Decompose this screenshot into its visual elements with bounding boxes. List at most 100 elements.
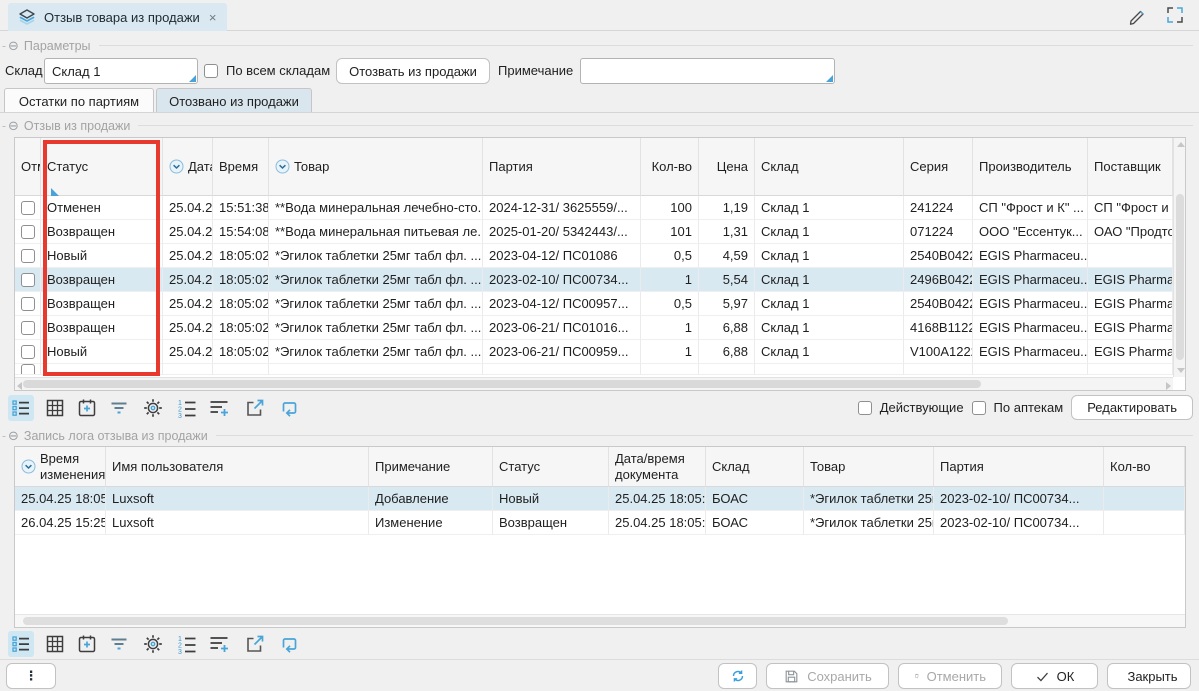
open-external-icon[interactable] xyxy=(242,395,268,421)
collapse-icon[interactable]: ⊖ xyxy=(8,119,19,132)
log-row-selected[interactable]: 25.04.25 18:05:03 Luxsoft Добавление Нов… xyxy=(15,487,1185,511)
horizontal-scrollbar[interactable] xyxy=(15,377,1173,390)
recall-group-label: Отзыв из продажи xyxy=(24,119,130,133)
log-horizontal-scrollbar[interactable] xyxy=(15,614,1185,627)
view-list-icon[interactable] xyxy=(8,631,34,657)
row-checkbox[interactable] xyxy=(21,249,35,263)
column-header-supplier[interactable]: Поставщик xyxy=(1088,138,1173,196)
note-input[interactable] xyxy=(581,59,834,83)
cell-warehouse: Склад 1 xyxy=(755,340,904,364)
tab-ostatki-po-partiyam[interactable]: Остатки по партиям xyxy=(4,88,154,113)
tab-otozvano-iz-prodazhi[interactable]: Отозвано из продажи xyxy=(156,88,312,113)
grid-view-icon[interactable] xyxy=(42,631,68,657)
scroll-right-icon[interactable] xyxy=(1166,382,1171,390)
numbered-list-icon[interactable]: 123 xyxy=(174,395,200,421)
log-column-warehouse[interactable]: Склад xyxy=(706,447,804,487)
active-only-checkbox[interactable] xyxy=(858,401,872,415)
table-row[interactable]: Возвращен 25.04.25 15:54:08 **Вода минер… xyxy=(15,220,1173,244)
column-header-otm[interactable]: Отм. xyxy=(15,138,41,196)
row-checkbox[interactable] xyxy=(21,345,35,359)
table-row[interactable]: Возвращен 25.04.25 18:05:02 *Эгилок табл… xyxy=(15,316,1173,340)
refresh-button[interactable] xyxy=(718,663,757,689)
vertical-scrollbar[interactable] xyxy=(1173,138,1185,377)
log-row[interactable]: 26.04.25 15:25:55 Luxsoft Изменение Возв… xyxy=(15,511,1185,535)
table-row[interactable]: Возвращен 25.04.25 18:05:02 *Эгилок табл… xyxy=(15,292,1173,316)
table-row[interactable]: Новый 25.04.25 18:05:02 *Эгилок таблетки… xyxy=(15,244,1173,268)
column-header-warehouse[interactable]: Склад xyxy=(755,138,904,196)
sort-icon[interactable] xyxy=(169,159,184,174)
sort-icon[interactable] xyxy=(275,159,290,174)
scrollbar-thumb[interactable] xyxy=(23,617,1008,625)
log-column-status[interactable]: Статус xyxy=(493,447,609,487)
recall-from-sale-button[interactable]: Отозвать из продажи xyxy=(336,58,490,84)
scrollbar-thumb[interactable] xyxy=(23,380,981,388)
vertical-dots-icon: ⋮ xyxy=(25,668,38,684)
save-button[interactable]: Сохранить xyxy=(766,663,889,689)
repeat-refresh-icon[interactable] xyxy=(276,395,302,421)
calendar-add-icon[interactable] xyxy=(74,631,100,657)
collapse-icon[interactable]: ⊖ xyxy=(8,429,19,442)
column-header-product[interactable]: Товар xyxy=(269,138,483,196)
app-window: Отзыв товара из продажи × - ⊖ xyxy=(0,0,1199,691)
cell-batch: 2023-02-10/ ПС00734... xyxy=(483,268,641,292)
column-header-batch[interactable]: Партия xyxy=(483,138,641,196)
close-button[interactable]: Закрыть xyxy=(1107,663,1191,689)
column-header-manufacturer[interactable]: Производитель xyxy=(973,138,1088,196)
filter-icon[interactable] xyxy=(106,395,132,421)
scroll-up-icon[interactable] xyxy=(1177,142,1185,147)
settings-gear-icon[interactable] xyxy=(140,395,166,421)
document-tab[interactable]: Отзыв товара из продажи × xyxy=(8,3,227,31)
edit-pencil-icon[interactable] xyxy=(1127,5,1147,25)
column-header-date[interactable]: Дата xyxy=(163,138,213,196)
settings-gear-icon[interactable] xyxy=(140,631,166,657)
grid-view-icon[interactable] xyxy=(42,395,68,421)
column-header-time[interactable]: Время xyxy=(213,138,269,196)
numbered-list-icon[interactable]: 123 xyxy=(174,631,200,657)
row-checkbox[interactable] xyxy=(21,364,35,375)
table-row-selected[interactable]: Возвращен 25.04.25 18:05:02 *Эгилок табл… xyxy=(15,268,1173,292)
row-checkbox[interactable] xyxy=(21,321,35,335)
row-checkbox[interactable] xyxy=(21,201,35,215)
sort-icon[interactable] xyxy=(21,459,36,474)
column-header-series[interactable]: Серия xyxy=(904,138,973,196)
row-checkbox[interactable] xyxy=(21,273,35,287)
log-column-change-time[interactable]: Время изменения xyxy=(15,447,106,487)
collapse-icon[interactable]: ⊖ xyxy=(8,39,19,52)
log-column-qty[interactable]: Кол-во xyxy=(1104,447,1185,487)
cell-batch: 2025-01-20/ 5342443/... xyxy=(483,220,641,244)
repeat-refresh-icon[interactable] xyxy=(276,631,302,657)
row-checkbox[interactable] xyxy=(21,297,35,311)
log-column-batch[interactable]: Партия xyxy=(934,447,1104,487)
row-checkbox[interactable] xyxy=(21,225,35,239)
edit-button[interactable]: Редактировать xyxy=(1071,395,1193,420)
cancel-button[interactable]: Отменить xyxy=(898,663,1002,689)
svg-text:3: 3 xyxy=(178,649,182,656)
column-header-price[interactable]: Цена xyxy=(699,138,755,196)
ok-button[interactable]: ОК xyxy=(1011,663,1098,689)
more-menu-button[interactable]: ⋮ xyxy=(6,663,56,689)
fullscreen-icon[interactable] xyxy=(1165,5,1185,25)
by-pharmacies-checkbox[interactable] xyxy=(972,401,986,415)
scroll-left-icon[interactable] xyxy=(17,382,22,390)
scroll-down-icon[interactable] xyxy=(1177,368,1185,373)
log-column-product[interactable]: Товар xyxy=(804,447,934,487)
cell-qty xyxy=(1104,511,1185,535)
table-row[interactable]: Отменен 25.04.25 15:51:38 **Вода минерал… xyxy=(15,196,1173,220)
add-row-icon[interactable] xyxy=(206,631,232,657)
sklad-input[interactable] xyxy=(45,59,197,83)
open-external-icon[interactable] xyxy=(242,631,268,657)
log-column-user[interactable]: Имя пользователя xyxy=(106,447,369,487)
column-header-qty[interactable]: Кол-во xyxy=(641,138,699,196)
table-row[interactable]: Новый 25.04.25 18:05:02 *Эгилок таблетки… xyxy=(15,340,1173,364)
table-row-partial[interactable]: .. .. ... ... xyxy=(15,364,1173,375)
tab-close-icon[interactable]: × xyxy=(208,10,218,25)
add-row-icon[interactable] xyxy=(206,395,232,421)
scrollbar-thumb[interactable] xyxy=(1176,194,1184,360)
all-warehouses-checkbox[interactable] xyxy=(204,64,218,78)
calendar-add-icon[interactable] xyxy=(74,395,100,421)
column-header-status[interactable]: Статус xyxy=(41,138,163,196)
log-column-note[interactable]: Примечание xyxy=(369,447,493,487)
view-list-icon[interactable] xyxy=(8,395,34,421)
filter-icon[interactable] xyxy=(106,631,132,657)
log-column-doc-time[interactable]: Дата/время документа xyxy=(609,447,706,487)
